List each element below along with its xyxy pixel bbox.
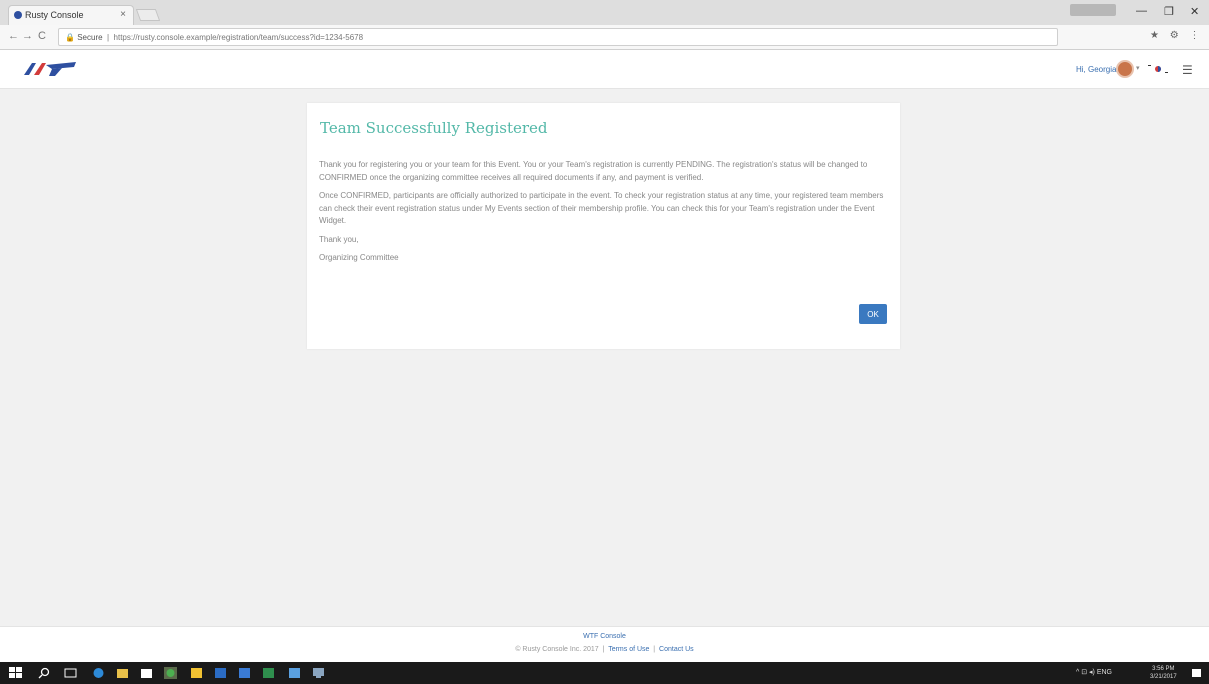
contact-link[interactable]: Contact Us (659, 646, 694, 653)
clock-date: 3/21/2017 (1150, 674, 1177, 680)
pending-paragraph: Thank you for registering you or your te… (319, 160, 868, 182)
task-view-icon[interactable] (64, 667, 77, 679)
user-greeting[interactable]: Hi, Georgia (1076, 65, 1116, 74)
browser-tab[interactable]: Rusty Console × (8, 5, 134, 25)
excel-icon[interactable] (262, 667, 275, 679)
chevron-down-icon[interactable]: ▾ (1136, 64, 1140, 72)
secure-label: Secure (77, 33, 103, 42)
back-button[interactable]: ← (8, 30, 19, 42)
avatar[interactable] (1116, 60, 1134, 78)
browser-profile-button[interactable] (1070, 4, 1116, 16)
menu-icon[interactable]: ☰ (1182, 63, 1193, 77)
store-icon[interactable] (140, 667, 153, 679)
favicon-icon (14, 11, 22, 19)
registration-success-card: Team Successfully Registered Thank you f… (307, 103, 900, 349)
footer-copyright: © Rusty Console Inc. 2017 | Terms of Use… (515, 646, 694, 653)
address-bar[interactable]: 🔒 Secure | https://rusty.console.example… (58, 28, 1058, 46)
file-explorer-icon[interactable] (116, 667, 129, 679)
app-icon[interactable] (288, 667, 301, 679)
chrome-icon[interactable] (164, 667, 177, 679)
browser-tabstrip: Rusty Console × — ❐ ✕ (0, 0, 1209, 25)
forward-button[interactable]: → (22, 30, 33, 42)
system-tray[interactable]: ^ ⊡ ◂) ENG (1076, 668, 1112, 676)
reload-button[interactable]: C (38, 30, 46, 42)
browser-toolbar: ← → C 🔒 Secure | https://rusty.console.e… (0, 25, 1209, 50)
card-title: Team Successfully Registered (320, 119, 548, 137)
sticky-notes-icon[interactable] (190, 667, 203, 679)
tab-close-icon[interactable]: × (120, 9, 126, 20)
extension-icons[interactable]: ★ ⚙ ⋮ (1150, 30, 1204, 41)
clock-time: 3:56 PM (1152, 666, 1175, 672)
site-logo[interactable] (22, 59, 78, 79)
footer-brand[interactable]: WTF Console (0, 633, 1209, 640)
site-footer: WTF Console © Rusty Console Inc. 2017 | … (0, 626, 1209, 662)
url-text: https://rusty.console.example/registrati… (113, 33, 364, 42)
taskbar-clock[interactable]: 3:56 PM 3/21/2017 (1150, 665, 1177, 681)
signature-text: Organizing Committee (319, 253, 399, 262)
lock-icon: 🔒 (65, 33, 75, 42)
notification-icon[interactable] (1190, 667, 1203, 679)
site-header: Hi, Georgia ▾ ☰ (0, 50, 1209, 89)
card-body: Thank you for registering you or your te… (319, 159, 891, 271)
copyright-text: © Rusty Console Inc. 2017 (515, 646, 599, 653)
new-tab-button[interactable] (135, 9, 161, 21)
monitor-icon[interactable] (312, 667, 325, 679)
maximize-button[interactable]: ❐ (1164, 5, 1174, 18)
outlook-icon[interactable] (238, 667, 251, 679)
ok-button[interactable]: OK (859, 304, 887, 324)
terms-link[interactable]: Terms of Use (608, 646, 649, 653)
os-taskbar: ^ ⊡ ◂) ENG 3:56 PM 3/21/2017 (0, 662, 1209, 684)
word-icon[interactable] (214, 667, 227, 679)
minimize-button[interactable]: — (1136, 5, 1147, 17)
edge-icon[interactable] (92, 667, 105, 679)
windows-start-icon[interactable] (9, 667, 22, 679)
language-flag-icon[interactable] (1146, 62, 1170, 76)
tab-title: Rusty Console (25, 10, 84, 20)
close-window-button[interactable]: ✕ (1190, 5, 1199, 18)
thank-you-text: Thank you, (319, 234, 359, 244)
confirmed-paragraph: Once CONFIRMED, participants are officia… (319, 191, 884, 225)
search-icon[interactable] (38, 667, 51, 679)
